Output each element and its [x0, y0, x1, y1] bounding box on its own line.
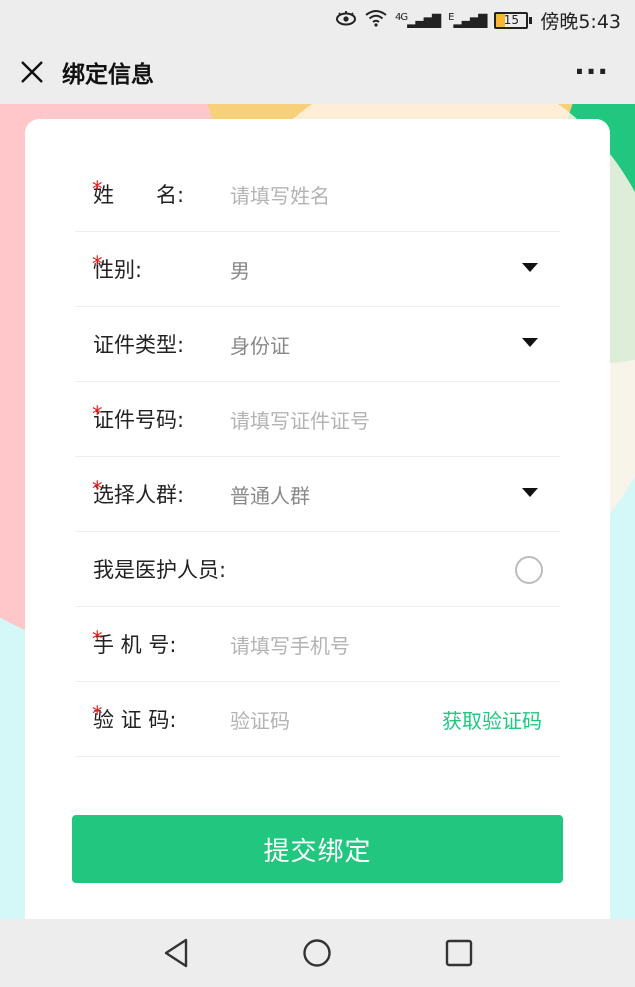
back-triangle-icon[interactable]	[160, 937, 192, 969]
gender-row[interactable]: * 性别: 男	[75, 232, 560, 307]
id-number-label: * 证件号码:	[92, 402, 185, 432]
page-title: 绑定信息	[62, 62, 154, 88]
eye-icon	[335, 9, 357, 31]
phone-input[interactable]: 请填写手机号	[230, 630, 560, 659]
caret-down-icon[interactable]	[522, 488, 538, 497]
medical-staff-radio[interactable]	[515, 556, 543, 584]
medical-staff-row: 我是医护人员:	[75, 532, 560, 607]
home-circle-icon[interactable]	[301, 937, 333, 969]
caret-down-icon[interactable]	[522, 263, 538, 272]
close-button[interactable]	[0, 40, 64, 104]
group-row[interactable]: * 选择人群: 普通人群	[75, 457, 560, 532]
wifi-icon	[365, 9, 387, 32]
battery-level: 15	[494, 11, 529, 29]
phone-label: * 手 机 号:	[92, 627, 177, 657]
id-type-select[interactable]: 身份证	[230, 330, 560, 359]
group-label: * 选择人群:	[92, 477, 185, 507]
caret-down-icon[interactable]	[522, 338, 538, 347]
get-code-button[interactable]: 获取验证码	[442, 705, 542, 734]
status-bar: 4G▂▄▆█ E▂▄▆█ 15 傍晚5:43	[0, 0, 635, 40]
form-card: * 姓 名: 请填写姓名 * 性别: 男 证件类型: 身份证 * 证件号码: 请填写证…	[25, 119, 610, 919]
binding-form: * 姓 名: 请填写姓名 * 性别: 男 证件类型: 身份证 * 证件号码: 请填写证…	[75, 157, 560, 757]
code-row: * 验 证 码: 验证码 获取验证码	[75, 682, 560, 757]
system-nav-bar	[0, 919, 635, 987]
name-input[interactable]: 请填写姓名	[230, 180, 560, 209]
status-time: 傍晚5:43	[540, 10, 621, 33]
nav-bar: 绑定信息 ···	[0, 40, 635, 104]
signal-4g-icon: 4G▂▄▆█	[395, 12, 441, 28]
more-button[interactable]: ···	[574, 58, 609, 86]
group-select[interactable]: 普通人群	[230, 480, 560, 509]
id-number-input[interactable]: 请填写证件证号	[230, 405, 560, 434]
code-label: * 验 证 码:	[92, 702, 177, 732]
id-number-row: * 证件号码: 请填写证件证号	[75, 382, 560, 457]
id-type-label: 证件类型:	[93, 333, 185, 357]
signal-e-icon: E▂▄▆█	[448, 12, 487, 28]
gender-select[interactable]: 男	[230, 255, 560, 284]
id-type-row[interactable]: 证件类型: 身份证	[75, 307, 560, 382]
medical-staff-label: 我是医护人员:	[93, 558, 227, 582]
gender-label: * 性别:	[92, 252, 143, 282]
name-row: * 姓 名: 请填写姓名	[75, 157, 560, 232]
battery-icon: 15	[494, 11, 533, 29]
phone-row: * 手 机 号: 请填写手机号	[75, 607, 560, 682]
close-icon	[21, 61, 43, 83]
recents-square-icon[interactable]	[443, 937, 475, 969]
name-label: * 姓 名:	[92, 177, 185, 207]
submit-button[interactable]: 提交绑定	[72, 815, 563, 883]
